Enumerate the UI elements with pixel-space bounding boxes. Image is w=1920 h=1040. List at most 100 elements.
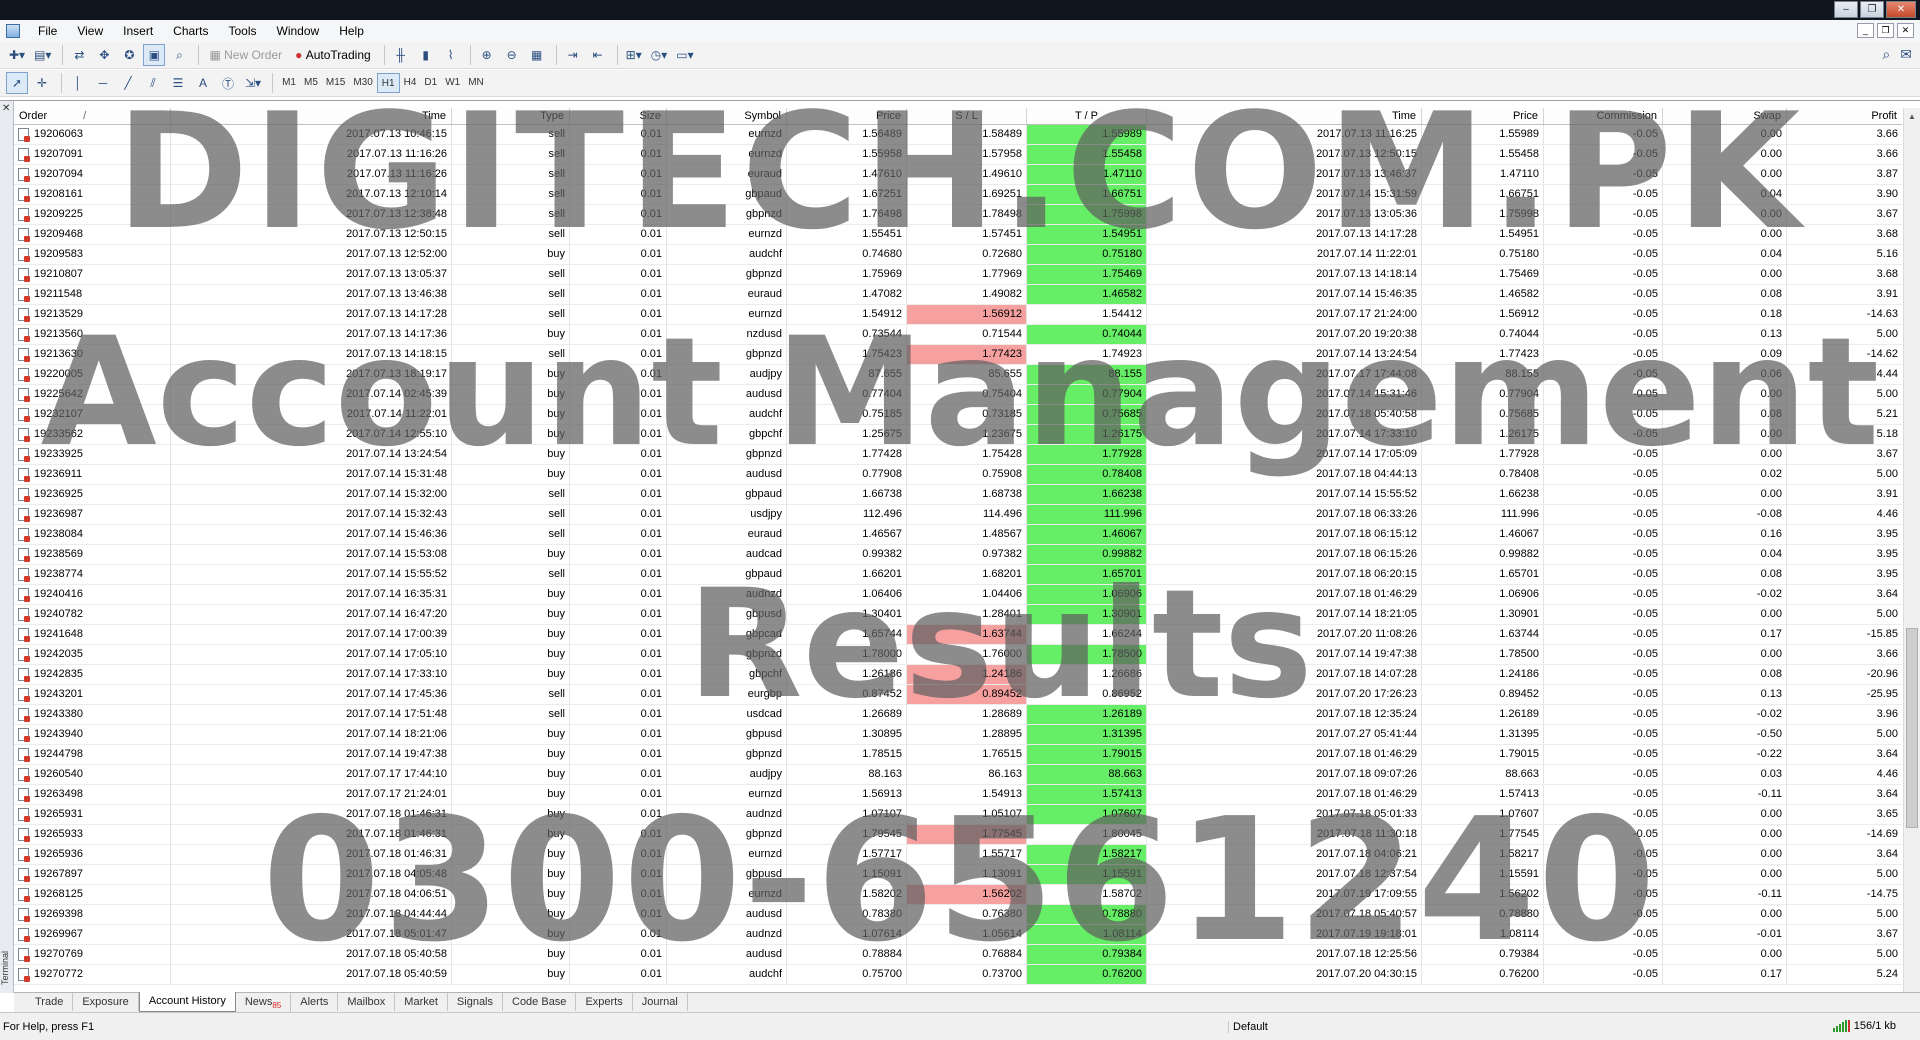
table-row[interactable]: 19268125 2017.07.18 04:06:51 buy 0.01 eurnzd… [14,885,1902,905]
table-row[interactable]: 19240416 2017.07.14 16:35:31 buy 0.01 audnzd… [14,585,1902,605]
column-header-type[interactable]: Type [452,108,570,124]
table-row[interactable]: 19260540 2017.07.17 17:44:10 buy 0.01 audjpy… [14,765,1902,785]
mdi-minimize-button[interactable]: _ [1857,23,1874,38]
timeframe-m5[interactable]: M5 [300,73,322,93]
table-row[interactable]: 19240782 2017.07.14 16:47:20 buy 0.01 gbpusd… [14,605,1902,625]
tab-mailbox[interactable]: Mailbox [338,993,396,1011]
zoom-out-icon[interactable]: ⊖ [501,44,523,66]
table-row[interactable]: 19238569 2017.07.14 15:53:08 buy 0.01 audcad… [14,545,1902,565]
search-icon[interactable]: ⌕ [1882,46,1890,63]
line-chart-icon[interactable]: ⌇ [440,44,462,66]
scrollbar-thumb[interactable] [1906,628,1918,828]
horizontal-line-icon[interactable]: ─ [92,72,114,94]
close-terminal-icon[interactable]: ✕ [2,103,10,114]
timeframe-mn[interactable]: MN [464,73,488,93]
table-row[interactable]: 19265933 2017.07.18 01:46:31 buy 0.01 gbpnzd… [14,825,1902,845]
table-row[interactable]: 19220005 2017.07.13 18:19:17 buy 0.01 audjpy… [14,365,1902,385]
trendline-icon[interactable]: ╱ [117,72,139,94]
table-row[interactable]: 19232107 2017.07.14 11:22:01 buy 0.01 audchf… [14,405,1902,425]
timeframe-d1[interactable]: D1 [420,73,441,93]
candlestick-icon[interactable]: ▮ [415,44,437,66]
table-row[interactable]: 19213630 2017.07.13 14:18:15 sell 0.01 gbpnz… [14,345,1902,365]
timeframe-m30[interactable]: M30 [349,73,376,93]
table-row[interactable]: 19265936 2017.07.18 01:46:31 buy 0.01 eurnzd… [14,845,1902,865]
menu-window[interactable]: Window [267,20,330,42]
menu-charts[interactable]: Charts [163,20,218,42]
table-row[interactable]: 19209583 2017.07.13 12:52:00 buy 0.01 audchf… [14,245,1902,265]
table-row[interactable]: 19225642 2017.07.14 02:45:39 buy 0.01 audusd… [14,385,1902,405]
autotrading-button[interactable]: ● AutoTrading [290,44,376,66]
table-row[interactable]: 19207091 2017.07.13 11:16:26 sell 0.01 eurnz… [14,145,1902,165]
zoom-in-icon[interactable]: ⊕ [476,44,498,66]
table-row[interactable]: 19213529 2017.07.13 14:17:28 sell 0.01 eurnz… [14,305,1902,325]
chat-icon[interactable]: ✉ [1900,46,1912,63]
menu-file[interactable]: File [28,20,67,42]
tile-windows-icon[interactable]: ▦ [526,44,548,66]
table-row[interactable]: 19242035 2017.07.14 17:05:10 buy 0.01 gbpnzd… [14,645,1902,665]
column-header-commission[interactable]: Commission [1544,108,1663,124]
table-row[interactable]: 19207094 2017.07.13 11:16:26 sell 0.01 eurau… [14,165,1902,185]
column-header-open-price[interactable]: Price [787,108,907,124]
navigator-icon[interactable]: ✪ [118,44,140,66]
table-row[interactable]: 19238774 2017.07.14 15:55:52 sell 0.01 gbpau… [14,565,1902,585]
close-window-button[interactable]: ✕ [1886,1,1916,18]
table-row[interactable]: 19243380 2017.07.14 17:51:48 sell 0.01 usdca… [14,705,1902,725]
tab-account-history[interactable]: Account History [138,992,236,1012]
scroll-up-icon[interactable]: ▲ [1904,108,1920,125]
menu-insert[interactable]: Insert [113,20,163,42]
table-row[interactable]: 19267897 2017.07.18 04:05:48 buy 0.01 gbpusd… [14,865,1902,885]
tab-exposure[interactable]: Exposure [73,993,139,1011]
terminal-icon[interactable]: ▣ [143,44,166,66]
profiles-icon[interactable]: ▤▾ [31,44,54,66]
equidistant-channel-icon[interactable]: ⫽ [142,72,164,94]
menu-tools[interactable]: Tools [219,20,267,42]
cursor-icon[interactable]: ➚ [6,72,28,94]
table-row[interactable]: 19236911 2017.07.14 15:31:48 buy 0.01 audusd… [14,465,1902,485]
table-row[interactable]: 19211548 2017.07.13 13:46:38 sell 0.01 eurau… [14,285,1902,305]
data-window-icon[interactable]: ✥ [93,44,115,66]
indicators-icon[interactable]: ⊞▾ [623,44,645,66]
periods-icon[interactable]: ◷▾ [648,44,671,66]
arrows-icon[interactable]: ⇲▾ [242,72,264,94]
column-header-close-price[interactable]: Price [1422,108,1544,124]
menu-view[interactable]: View [67,20,113,42]
table-row[interactable]: 19270772 2017.07.18 05:40:59 buy 0.01 audchf… [14,965,1902,985]
column-header-open-time[interactable]: Time [171,108,452,124]
table-row[interactable]: 19244798 2017.07.14 19:47:38 buy 0.01 gbpnzd… [14,745,1902,765]
text-icon[interactable]: A [192,72,214,94]
vertical-scrollbar[interactable]: ▲ [1903,108,1920,992]
table-row[interactable]: 19269967 2017.07.18 05:01:47 buy 0.01 audnzd… [14,925,1902,945]
restore-window-button[interactable]: ❐ [1860,1,1884,18]
column-header-profit[interactable]: Profit [1787,108,1902,124]
new-chart-icon[interactable]: ✚▾ [6,44,28,66]
table-row[interactable]: 19208161 2017.07.13 12:10:14 sell 0.01 gbpau… [14,185,1902,205]
column-header-close-time[interactable]: Time [1147,108,1422,124]
table-row[interactable]: 19265931 2017.07.18 01:46:31 buy 0.01 audnzd… [14,805,1902,825]
table-row[interactable]: 19233562 2017.07.14 12:55:10 buy 0.01 gbpchf… [14,425,1902,445]
timeframe-h4[interactable]: H4 [400,73,421,93]
table-row[interactable]: 19236925 2017.07.14 15:32:00 sell 0.01 gbpau… [14,485,1902,505]
table-row[interactable]: 19243201 2017.07.14 17:45:36 sell 0.01 eurgb… [14,685,1902,705]
table-row[interactable]: 19236987 2017.07.14 15:32:43 sell 0.01 usdjp… [14,505,1902,525]
timeframe-m1[interactable]: M1 [278,73,300,93]
menu-help[interactable]: Help [329,20,374,42]
column-header-swap[interactable]: Swap [1663,108,1787,124]
tab-market[interactable]: Market [395,993,448,1011]
tab-journal[interactable]: Journal [633,993,688,1011]
table-row[interactable]: 19209468 2017.07.13 12:50:15 sell 0.01 eurnz… [14,225,1902,245]
tab-experts[interactable]: Experts [576,993,633,1011]
table-row[interactable]: 19242835 2017.07.14 17:33:10 buy 0.01 gbpchf… [14,665,1902,685]
timeframe-w1[interactable]: W1 [441,73,464,93]
table-row[interactable]: 19206063 2017.07.13 10:46:15 sell 0.01 eurnz… [14,125,1902,145]
tab-signals[interactable]: Signals [448,993,503,1011]
crosshair-icon[interactable]: ✛ [31,72,53,94]
vertical-line-icon[interactable]: │ [67,72,89,94]
mdi-close-button[interactable]: ✕ [1897,23,1914,38]
tab-alerts[interactable]: Alerts [291,993,339,1011]
strategy-tester-icon[interactable]: ⌕ [168,44,190,66]
column-header-symbol[interactable]: Symbol [667,108,787,124]
fibonacci-icon[interactable]: ☰ [167,72,189,94]
table-row[interactable]: 19263498 2017.07.17 21:24:01 buy 0.01 eurnzd… [14,785,1902,805]
table-row[interactable]: 19270769 2017.07.18 05:40:58 buy 0.01 audusd… [14,945,1902,965]
auto-scroll-icon[interactable]: ⇥ [562,44,584,66]
